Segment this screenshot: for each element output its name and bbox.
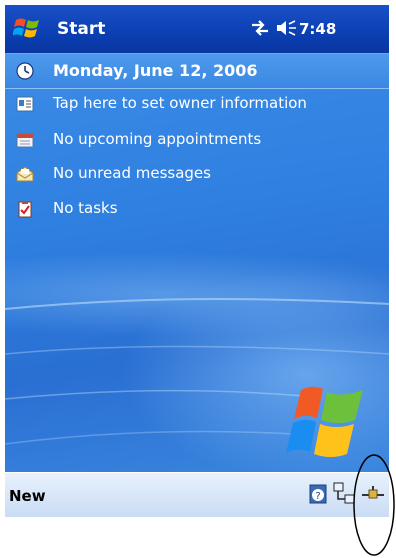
- connectivity-icon[interactable]: [249, 18, 271, 38]
- windows-flag-logo: [286, 386, 363, 457]
- today-item-label: No unread messages: [53, 164, 211, 182]
- windows-start-icon[interactable]: [13, 15, 41, 41]
- today-screen: Monday, June 12, 2006 Tap here to set ow…: [5, 54, 389, 472]
- today-date: Monday, June 12, 2006: [53, 61, 258, 80]
- today-item-appointments[interactable]: No upcoming appointments: [5, 125, 389, 157]
- calendar-icon: [16, 133, 34, 148]
- speaker-icon[interactable]: [273, 18, 299, 38]
- today-item-label: Tap here to set owner information: [53, 94, 307, 112]
- pocket-pc-screen: Start 7:48 Monday, June 12, 2006 Tap her…: [5, 5, 389, 517]
- title-bar: Start 7:48: [5, 5, 389, 54]
- help-icon[interactable]: ?: [308, 482, 330, 506]
- new-button[interactable]: New: [9, 487, 46, 505]
- svg-text:?: ?: [315, 491, 320, 502]
- start-menu-label[interactable]: Start: [57, 19, 105, 39]
- today-item-label: No tasks: [53, 199, 118, 217]
- owner-card-icon: [16, 96, 34, 112]
- annotation-ellipse: [353, 454, 395, 556]
- today-date-row[interactable]: Monday, June 12, 2006: [5, 54, 389, 89]
- bottom-menu-bar: New ?: [5, 472, 389, 517]
- today-item-tasks[interactable]: No tasks: [5, 194, 389, 226]
- today-item-label: No upcoming appointments: [53, 130, 262, 148]
- today-item-owner-info[interactable]: Tap here to set owner information: [5, 89, 389, 121]
- tasks-clipboard-icon: [18, 201, 32, 218]
- clock-icon: [16, 62, 34, 80]
- clock[interactable]: 7:48: [299, 20, 336, 38]
- envelope-icon: [16, 166, 34, 182]
- today-item-messages[interactable]: No unread messages: [5, 159, 389, 191]
